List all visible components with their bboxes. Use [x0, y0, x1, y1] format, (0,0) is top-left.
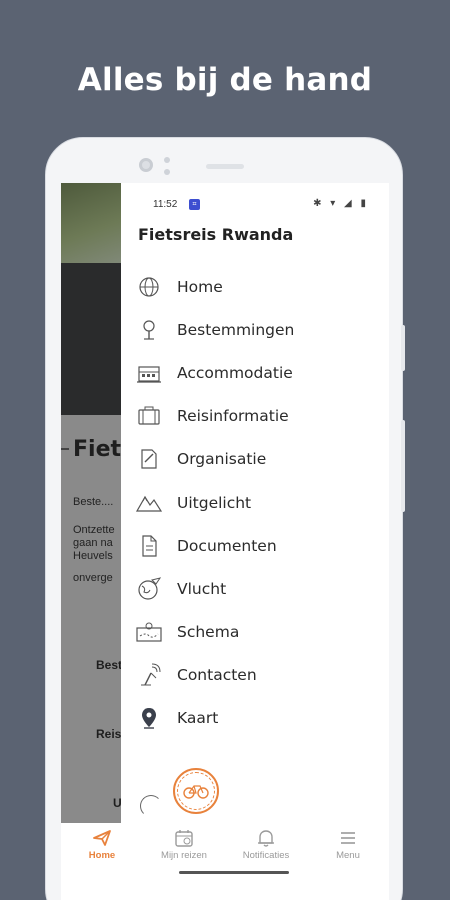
tab-label: Home: [88, 850, 116, 861]
brand-logo: [173, 768, 219, 814]
map-route-icon: [136, 619, 162, 645]
menu-item-label: Contacten: [177, 666, 257, 685]
tab-label: Mijn reizen: [161, 850, 207, 861]
menu-item-organisatie[interactable]: Organisatie: [136, 438, 386, 481]
camera: [139, 158, 153, 172]
tab-home[interactable]: Home: [61, 827, 143, 867]
plane-icon: [91, 827, 113, 849]
menu-item-bestemmingen[interactable]: Bestemmingen: [136, 308, 386, 351]
calendar-icon: [173, 827, 195, 849]
antenna-icon: [136, 662, 162, 688]
menu-item-label: Documenten: [177, 536, 277, 555]
phone-side-button: [401, 325, 405, 371]
file-icon: [136, 533, 162, 559]
mountains-icon: [136, 490, 162, 516]
suitcase-icon: [136, 403, 162, 429]
background-greeting: Beste....: [73, 496, 114, 508]
partial-menu-icon: [140, 795, 162, 817]
menu-item-label: Bestemmingen: [177, 320, 295, 339]
menu-item-label: Home: [177, 277, 223, 296]
hotel-icon: [136, 360, 162, 386]
menu-item-label: Reisinformatie: [177, 407, 289, 426]
status-icons: ✱ ▾ ◢ ▮: [313, 198, 369, 209]
background-paragraph-line: onverge: [73, 572, 113, 584]
menu-item-vlucht[interactable]: Vlucht: [136, 567, 386, 610]
world-plane-icon: [136, 576, 162, 602]
speaker: [206, 164, 244, 169]
phone-frame: Fiets Beste.... Ontzette gaan na Heuvels…: [45, 137, 403, 900]
menu-item-reisinformatie[interactable]: Reisinformatie: [136, 395, 386, 438]
sensor: [164, 157, 170, 175]
menu-item-label: Vlucht: [177, 579, 227, 598]
menu-item-uitgelicht[interactable]: Uitgelicht: [136, 481, 386, 524]
menu-item-label: Schema: [177, 623, 240, 642]
menu-item-home[interactable]: Home: [136, 265, 386, 308]
background-paragraph-line: Ontzette: [73, 524, 115, 536]
bell-icon: [255, 827, 277, 849]
menu-item-schema[interactable]: Schema: [136, 611, 386, 654]
headline: Alles bij de hand: [77, 62, 373, 98]
background-paragraph-line: Heuvels: [73, 550, 113, 562]
drawer-menu: Home Bestemmingen Accommodatie Reisinfor…: [136, 265, 386, 740]
menu-item-label: Uitgelicht: [177, 493, 252, 512]
phone-volume-button: [401, 420, 405, 512]
menu-item-contacten[interactable]: Contacten: [136, 654, 386, 697]
bottom-tab-bar: Home Mijn reizen Notificaties Menu: [61, 827, 389, 867]
title-accent-line: [61, 448, 69, 450]
menu-item-kaart[interactable]: Kaart: [136, 697, 386, 740]
menu-item-documenten[interactable]: Documenten: [136, 524, 386, 567]
hamburger-icon: [337, 827, 359, 849]
menu-item-label: Accommodatie: [177, 363, 293, 382]
navigation-drawer: 11:52 ⌗ ✱ ▾ ◢ ▮ Fietsreis Rwanda Home Be…: [121, 183, 389, 823]
tab-label: Notificaties: [242, 850, 290, 861]
bottom-area: Home Mijn reizen Notificaties Menu: [61, 768, 389, 900]
tree-icon: [136, 317, 162, 343]
status-time: 11:52: [153, 199, 178, 210]
menu-item-accommodatie[interactable]: Accommodatie: [136, 351, 386, 394]
menu-item-label: Organisatie: [177, 450, 267, 469]
menu-item-label: Kaart: [177, 709, 219, 728]
tab-notificaties[interactable]: Notificaties: [225, 827, 307, 867]
tab-label: Menu: [336, 850, 360, 861]
app-screen: Fiets Beste.... Ontzette gaan na Heuvels…: [61, 183, 389, 900]
globe-icon: [136, 274, 162, 300]
app-notification-icon: ⌗: [189, 199, 200, 210]
tab-mijn-reizen[interactable]: Mijn reizen: [143, 827, 225, 867]
drawer-title: Fietsreis Rwanda: [138, 225, 294, 244]
document-pen-icon: [136, 446, 162, 472]
background-bold-label: Reis: [96, 727, 122, 741]
background-paragraph-line: gaan na: [73, 537, 113, 549]
map-pin-icon: [136, 705, 162, 731]
home-indicator: [179, 871, 289, 874]
status-bar: 11:52 ⌗ ✱ ▾ ◢ ▮: [153, 198, 389, 213]
tab-menu[interactable]: Menu: [307, 827, 389, 867]
